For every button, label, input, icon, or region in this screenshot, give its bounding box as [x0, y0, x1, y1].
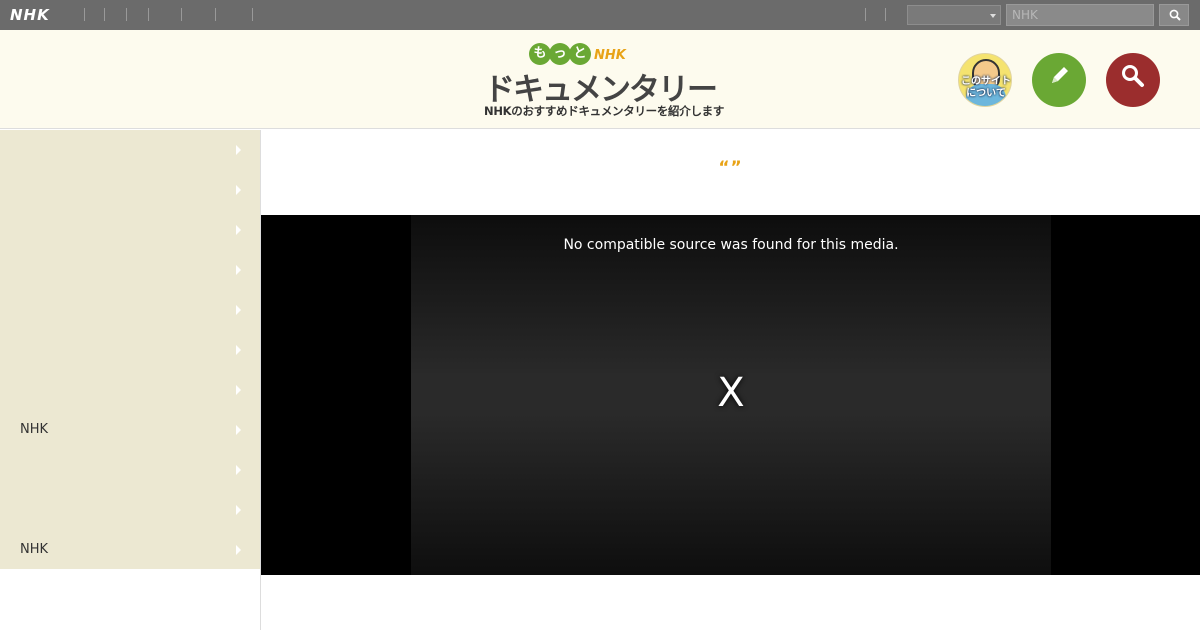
search-button[interactable]	[1106, 53, 1160, 107]
post-button[interactable]	[1032, 53, 1086, 107]
nav-separator	[104, 8, 105, 21]
nav-separator	[885, 8, 886, 21]
chevron-right-icon	[236, 305, 241, 315]
nav-separator	[148, 8, 149, 21]
search-icon	[1122, 65, 1144, 87]
chevron-right-icon	[236, 185, 241, 195]
sidebar-item[interactable]	[0, 130, 260, 170]
logo-motto-char: と	[569, 43, 591, 65]
logo-motto-char: っ	[549, 43, 571, 65]
sidebar-item[interactable]	[0, 370, 260, 410]
chevron-right-icon	[236, 385, 241, 395]
about-site-label: このサイトについて	[961, 76, 1011, 99]
page-title-quote: “”	[718, 158, 743, 178]
video-player[interactable]: No compatible source was found for this …	[411, 215, 1051, 575]
caret-down-icon	[990, 14, 996, 18]
video-player-container: No compatible source was found for this …	[261, 215, 1200, 575]
sidebar-item[interactable]	[0, 490, 260, 530]
sidebar-item[interactable]	[0, 450, 260, 490]
sidebar-item[interactable]	[0, 250, 260, 290]
chevron-right-icon	[236, 425, 241, 435]
logo-motto-char: も	[529, 43, 551, 65]
chevron-right-icon	[236, 265, 241, 275]
global-nav-bar: NHK	[0, 0, 1200, 30]
sidebar-item-nhk[interactable]: NHK	[0, 530, 260, 570]
nav-separator	[215, 8, 216, 21]
sidebar-item[interactable]	[0, 170, 260, 210]
site-select[interactable]	[907, 5, 1001, 25]
global-search-button[interactable]	[1159, 4, 1189, 26]
chevron-right-icon	[236, 505, 241, 515]
nav-separator	[126, 8, 127, 21]
logo-nhk: NHK	[594, 48, 626, 63]
sidebar-item-nhk[interactable]: NHK	[0, 410, 260, 450]
nav-separator	[252, 8, 253, 21]
chevron-right-icon	[236, 465, 241, 475]
site-logo[interactable]: も っ と NHK ドキュメンタリー NHKのおすすめドキュメンタリーを紹介しま…	[484, 42, 724, 120]
nav-separator	[181, 8, 182, 21]
logo-motto: も っ と	[529, 43, 591, 65]
nav-separator	[84, 8, 85, 21]
nhk-logo[interactable]: NHK	[10, 6, 50, 24]
chevron-right-icon	[236, 345, 241, 355]
logo-subtitle: NHKのおすすめドキュメンタリーを紹介します	[484, 104, 725, 118]
player-error-message: No compatible source was found for this …	[563, 237, 899, 253]
sidebar-nav: NHK NHK	[0, 130, 260, 569]
sidebar-item[interactable]	[0, 290, 260, 330]
about-site-button[interactable]: このサイトについて	[958, 53, 1012, 107]
chevron-right-icon	[236, 545, 241, 555]
sidebar-item[interactable]	[0, 210, 260, 250]
nav-separator	[865, 8, 866, 21]
chevron-right-icon	[236, 145, 241, 155]
search-icon	[1169, 9, 1181, 21]
pencil-icon	[1052, 67, 1068, 83]
sidebar-item[interactable]	[0, 330, 260, 370]
site-header: も っ と NHK ドキュメンタリー NHKのおすすめドキュメンタリーを紹介しま…	[0, 30, 1200, 129]
player-close-button[interactable]: X	[411, 370, 1051, 416]
chevron-right-icon	[236, 225, 241, 235]
sidebar-item-label: NHK	[20, 542, 49, 557]
sidebar-item-label: NHK	[20, 422, 49, 437]
global-search-input[interactable]	[1006, 4, 1154, 26]
